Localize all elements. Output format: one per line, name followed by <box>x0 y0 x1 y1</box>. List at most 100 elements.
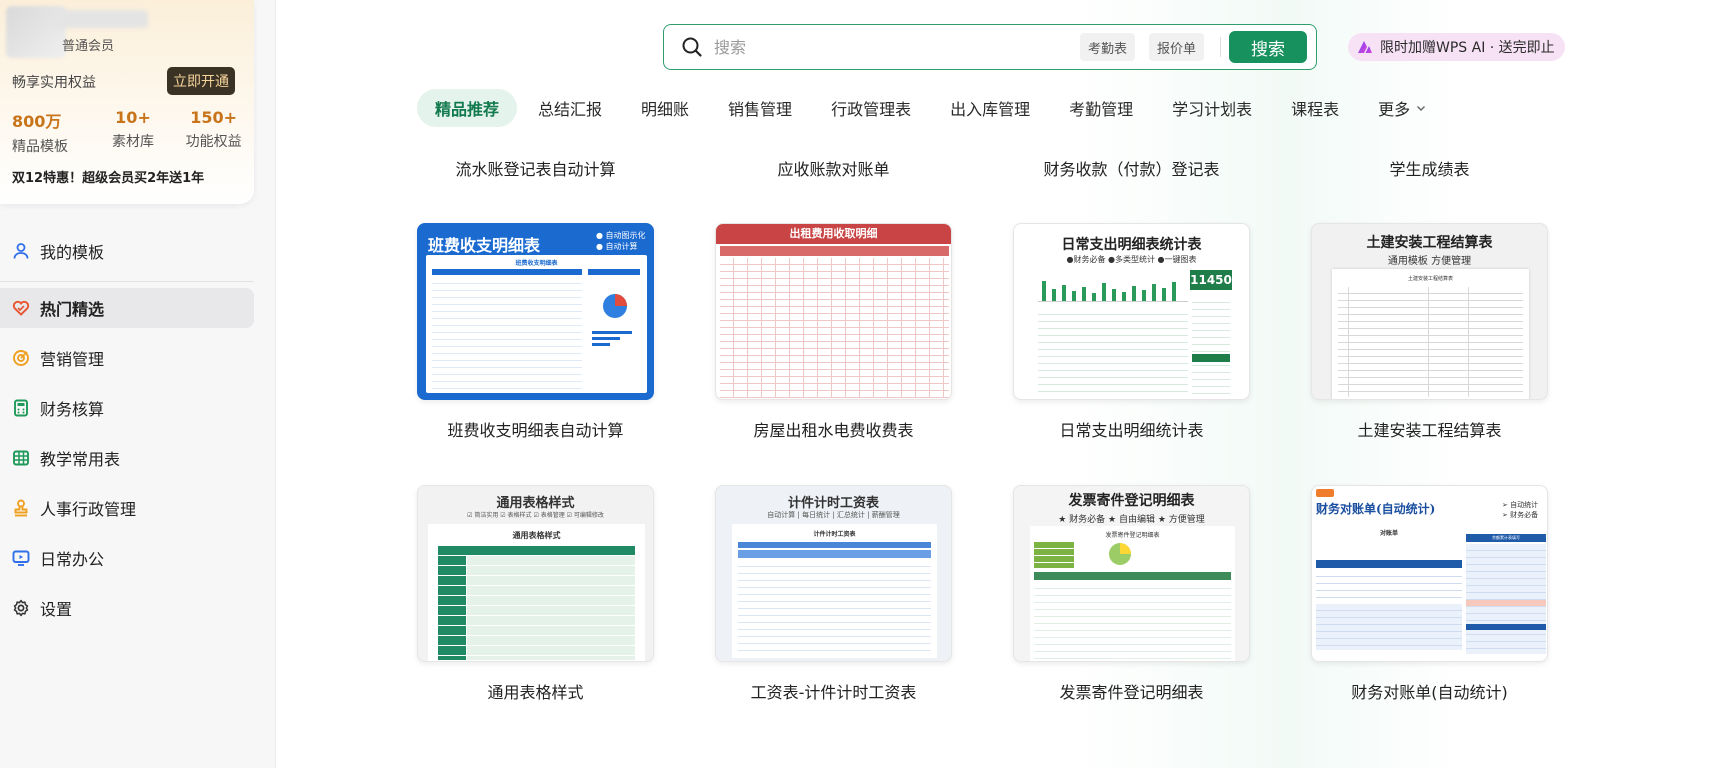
ai-promo-text: 限时加赠WPS AI · 送完即止 <box>1380 40 1555 56</box>
promo-text[interactable]: 双12特惠！超级会员买2年送1年 <box>12 167 204 186</box>
sheet-preview: 班费收支明细表 <box>426 255 647 393</box>
gear-icon <box>12 599 30 617</box>
thumb-subtitle: ●财务必备 ●多类型统计 ●一键图表 <box>1066 255 1197 264</box>
stat-features[interactable]: 150+ 功能权益 <box>173 108 254 156</box>
stamp-icon <box>12 499 30 517</box>
search-chip-quotation[interactable]: 报价单 <box>1149 33 1205 61</box>
heart-icon <box>12 299 30 317</box>
category-tabs: 精品推荐 总结汇报 明细账 销售管理 行政管理表 出入库管理 考勤管理 学习计划… <box>417 89 1447 127</box>
stat-value: 150+ <box>190 108 238 127</box>
sheet-preview: 通用表格样式 <box>428 524 645 661</box>
sidebar-item-label: 教学常用表 <box>40 450 121 469</box>
tab-admin[interactable]: 行政管理表 <box>813 89 929 127</box>
tab-attendance[interactable]: 考勤管理 <box>1051 89 1151 127</box>
template-thumbnail[interactable]: 财务对账单(自动统计) ➢ 自动统计 ➢ 财务必备 对账单 余额累计表填写 <box>1311 485 1548 662</box>
sidebar-item-hot-picks[interactable]: 热门精选 <box>0 288 254 328</box>
sheet-preview: 对账单 <box>1316 528 1462 660</box>
sidebar-item-label: 营销管理 <box>40 350 105 369</box>
sheet-heading: 余额累计表填写 <box>1466 534 1546 542</box>
divider <box>1220 37 1221 57</box>
template-thumbnail[interactable]: 出租费用收取明细 <box>715 223 952 400</box>
member-level: 普通会员 <box>62 39 115 54</box>
tab-timetable[interactable]: 课程表 <box>1273 89 1357 127</box>
tab-inventory[interactable]: 出入库管理 <box>932 89 1048 127</box>
stat-value: 10+ <box>115 108 151 127</box>
pie-chart-icon <box>603 294 627 318</box>
card-title[interactable]: 日常支出明细统计表 <box>1013 417 1250 441</box>
stat-label: 精品模板 <box>12 139 68 155</box>
sidebar-item-label: 财务核算 <box>40 400 105 419</box>
sidebar-item-label: 我的模板 <box>40 243 105 262</box>
template-thumbnail[interactable]: 通用表格样式 ☑ 简洁实用 ☑ 表格样式 ☑ 表格管理 ☑ 可编辑修改 通用表格… <box>417 485 654 662</box>
sheet-preview: 计件计时工资表 <box>732 524 937 658</box>
target-icon <box>12 349 30 367</box>
monitor-icon <box>12 549 30 567</box>
tab-sales[interactable]: 销售管理 <box>710 89 810 127</box>
sheet-heading: 班费收支明细表 <box>515 260 558 267</box>
sidebar-item-label: 日常办公 <box>40 550 105 569</box>
sidebar-item-finance[interactable]: 财务核算 <box>0 388 254 428</box>
card-title[interactable]: 发票寄件登记明细表 <box>1013 679 1250 703</box>
thumb-title: 出租费用收取明细 <box>716 224 951 244</box>
member-card: 普通会员 畅享实用权益 立即开通 800万 精品模板 10+ 素材库 150+ … <box>0 0 254 204</box>
tab-study-plan[interactable]: 学习计划表 <box>1154 89 1270 127</box>
sheet-heading: 发票寄件登记明细表 <box>1105 532 1160 539</box>
sidebar-item-settings[interactable]: 设置 <box>0 588 254 628</box>
template-thumbnail[interactable]: 土建安装工程结算表 通用模板 方便管理 土建安装工程结算表 <box>1311 223 1548 400</box>
sidebar-item-hr-admin[interactable]: 人事行政管理 <box>0 488 254 528</box>
template-thumbnail[interactable]: 日常支出明细表统计表 ●财务必备 ●多类型统计 ●一键图表 11450 <box>1013 223 1250 400</box>
sheet-heading: 通用表格样式 <box>512 531 561 540</box>
card-title[interactable]: 财务收款（付款）登记表 <box>1013 156 1250 180</box>
search-input[interactable] <box>714 33 1074 61</box>
benefit-text: 畅享实用权益 <box>12 75 96 91</box>
user-name-blurred <box>56 10 148 28</box>
wps-ai-icon <box>1356 38 1374 56</box>
card-title[interactable]: 通用表格样式 <box>417 679 654 703</box>
stat-templates[interactable]: 800万 精品模板 <box>0 108 93 156</box>
main-content: 考勤表 报价单 搜索 限时加赠WPS AI · 送完即止 精品推荐 总结汇报 明… <box>277 0 1722 768</box>
ai-promo-button[interactable]: 限时加赠WPS AI · 送完即止 <box>1348 33 1565 61</box>
tab-more[interactable]: 更多 <box>1360 89 1444 127</box>
card-title[interactable]: 流水账登记表自动计算 <box>417 156 654 180</box>
thumb-title: 通用表格样式 <box>496 496 575 511</box>
card-title[interactable]: 房屋出租水电费收费表 <box>715 417 952 441</box>
sidebar-nav: 我的模板 热门精选 营销管理 财务核算 教学常用表 人事行政管理 日常办公 设置 <box>0 226 276 638</box>
tab-summary-report[interactable]: 总结汇报 <box>520 89 620 127</box>
sidebar-item-label: 设置 <box>40 600 73 619</box>
sidebar-item-teaching[interactable]: 教学常用表 <box>0 438 254 478</box>
search-button[interactable]: 搜索 <box>1229 31 1307 63</box>
stat-materials[interactable]: 10+ 素材库 <box>93 108 174 156</box>
sheet-preview: 土建安装工程结算表 <box>1332 269 1529 399</box>
search-chip-attendance[interactable]: 考勤表 <box>1080 33 1136 61</box>
sidebar-item-my-templates[interactable]: 我的模板 <box>0 231 254 271</box>
thumb-subtitle: ★ 财务必备 ★ 自由编辑 ★ 方便管理 <box>1058 515 1205 525</box>
pie-chart-icon <box>1109 543 1131 565</box>
stat-value: 800万 <box>12 112 62 131</box>
template-thumbnail[interactable]: 发票寄件登记明细表 ★ 财务必备 ★ 自由编辑 ★ 方便管理 发票寄件登记明细表 <box>1013 485 1250 662</box>
sidebar-item-daily-office[interactable]: 日常办公 <box>0 538 254 578</box>
open-membership-button[interactable]: 立即开通 <box>167 67 235 95</box>
sidebar-item-marketing[interactable]: 营销管理 <box>0 338 254 378</box>
thumb-tag: ➢ 自动统计 <box>1502 501 1539 509</box>
card-title[interactable]: 学生成绩表 <box>1311 156 1548 180</box>
thumb-title: 计件计时工资表 <box>787 496 879 511</box>
card-title[interactable]: 财务对账单(自动统计) <box>1311 679 1548 703</box>
template-thumbnail[interactable]: 计件计时工资表 自动计算 | 每日统计 | 汇总统计 | 薪酬管理 计件计时工资… <box>715 485 952 662</box>
sheet-heading: 计件计时工资表 <box>813 531 856 538</box>
sheet-preview-side: 余额累计表填写 <box>1466 534 1546 660</box>
stat-label: 功能权益 <box>185 134 242 150</box>
card-title[interactable]: 土建安装工程结算表 <box>1311 417 1548 441</box>
card-title[interactable]: 应收账款对账单 <box>715 156 952 180</box>
tab-recommended[interactable]: 精品推荐 <box>417 89 518 127</box>
search-box: 考勤表 报价单 搜索 <box>663 24 1317 70</box>
thumb-title: 发票寄件登记明细表 <box>1068 493 1195 509</box>
thumb-subtitle: 通用模板 方便管理 <box>1387 256 1472 267</box>
template-thumbnail[interactable]: 班费收支明细表 ● 自动图示化 ● 自动计算 班费收支明细表 <box>417 223 654 400</box>
divider <box>0 281 254 282</box>
table-icon <box>12 449 30 467</box>
tab-ledger[interactable]: 明细账 <box>623 89 707 127</box>
card-title[interactable]: 工资表-计件计时工资表 <box>715 679 952 703</box>
thumb-subtitle: ☑ 简洁实用 ☑ 表格样式 ☑ 表格管理 ☑ 可编辑修改 <box>467 512 604 519</box>
card-title[interactable]: 班费收支明细表自动计算 <box>417 417 654 441</box>
bar-preview <box>1038 268 1188 302</box>
